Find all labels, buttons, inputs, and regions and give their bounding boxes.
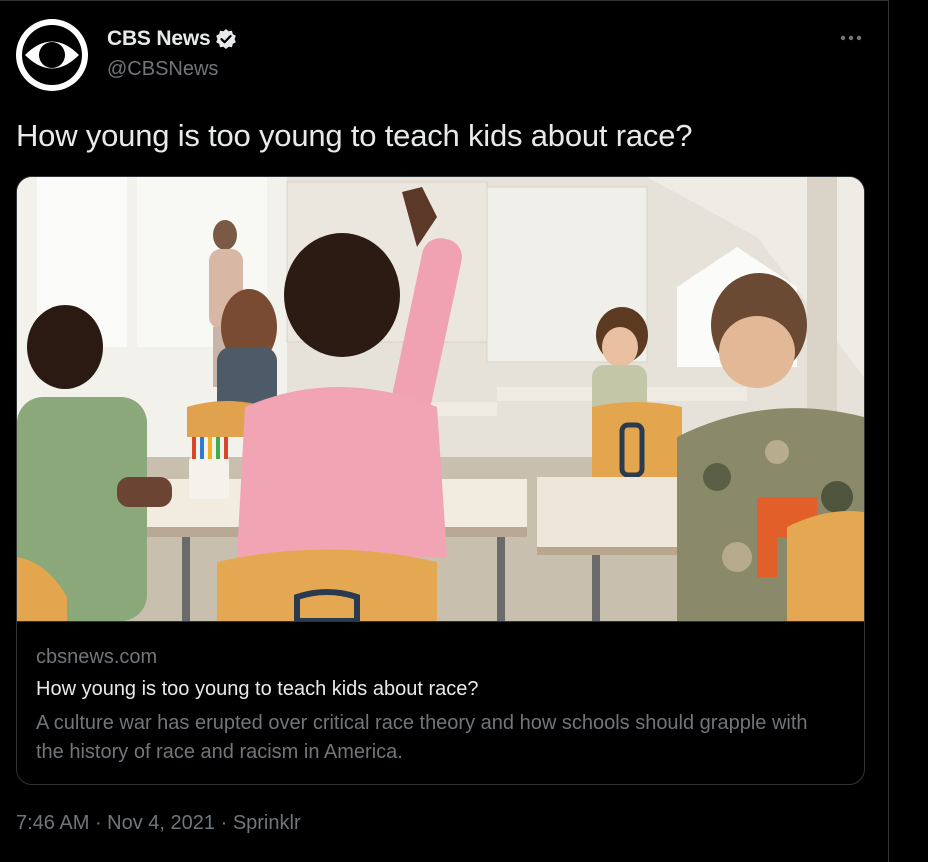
tweet-source[interactable]: Sprinklr	[233, 812, 301, 835]
card-domain: cbsnews.com	[36, 646, 158, 668]
divider	[0, 0, 889, 1]
handle[interactable]: @CBSNews	[107, 58, 218, 81]
more-dots-icon[interactable]	[838, 28, 864, 48]
tweet-time[interactable]: 7:46 AM	[16, 812, 89, 835]
classroom-photo	[17, 177, 864, 621]
tweet-text: How young is too young to teach kids abo…	[16, 118, 693, 153]
avatar[interactable]	[16, 19, 88, 91]
cbs-eye-logo	[22, 25, 82, 85]
card-image[interactable]	[17, 177, 864, 621]
verified-badge-icon	[215, 28, 237, 50]
link-card[interactable]: cbsnews.com How young is too young to te…	[16, 176, 865, 785]
card-description: A culture war has erupted over critical …	[36, 712, 808, 763]
card-body[interactable]: cbsnews.com How young is too young to te…	[17, 621, 864, 784]
author-name-row: CBS News	[107, 27, 237, 51]
meta-separator: ·	[89, 812, 108, 834]
tweet-meta: 7:46 AM · Nov 4, 2021 · Sprinklr	[16, 812, 301, 835]
tweet-container: CBS News @CBSNews How young is too young…	[0, 0, 889, 862]
card-title: How young is too young to teach kids abo…	[36, 678, 479, 700]
meta-separator: ·	[215, 812, 233, 834]
display-name[interactable]: CBS News	[107, 27, 211, 51]
tweet-date[interactable]: Nov 4, 2021	[107, 812, 215, 835]
